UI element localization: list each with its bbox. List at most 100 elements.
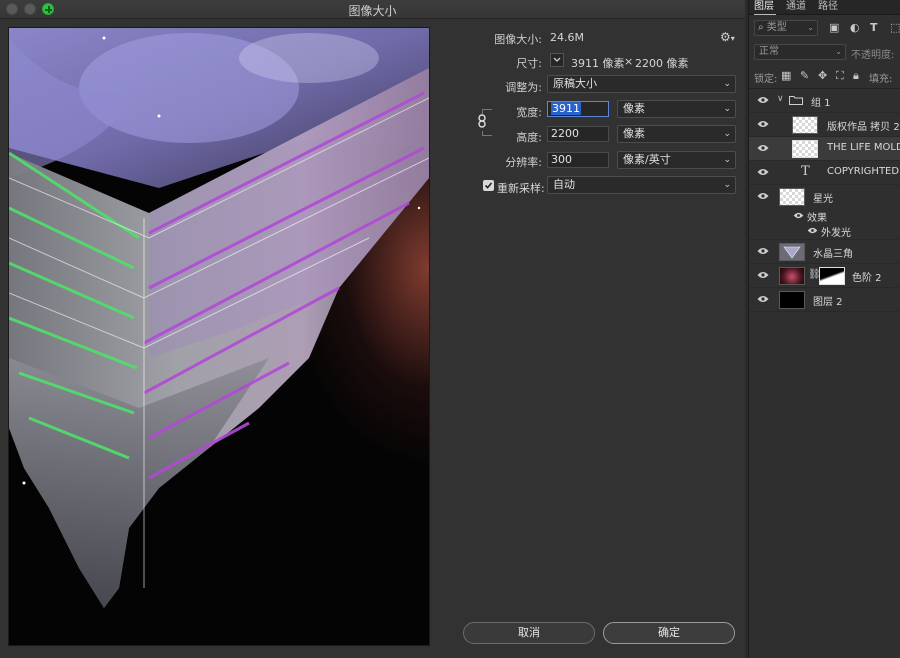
layer-thumbnail <box>792 140 818 158</box>
panel-tabs: 图层 通道 路径 <box>749 0 900 15</box>
image-preview[interactable] <box>8 27 430 646</box>
visibility-eye-icon[interactable] <box>757 96 769 104</box>
chevron-down-icon: ⌄ <box>835 47 842 56</box>
chevron-down-icon <box>553 57 561 62</box>
lock-image-icon[interactable]: ✎ <box>800 69 809 82</box>
chevron-down-icon: ⌄ <box>723 180 731 190</box>
image-filter-icon[interactable]: ▣ <box>829 21 839 34</box>
lock-all-icon[interactable]: 🔒︎ <box>853 69 859 83</box>
layer-name: THE LIFE MOLD I <box>827 142 900 153</box>
layer-name: COPYRIGHTED W <box>827 166 900 177</box>
checkmark-icon <box>484 182 493 189</box>
visibility-eye-icon[interactable] <box>757 168 769 176</box>
lock-label: 锁定: <box>754 74 778 85</box>
layer-name: 组 1 <box>811 98 831 109</box>
fit-to-value: 原稿大小 <box>553 77 597 90</box>
layer-filter-select[interactable]: ⌕ 类型 ⌄ <box>754 20 818 36</box>
layer-thumbnail <box>779 243 805 261</box>
visibility-eye-icon[interactable] <box>757 120 769 128</box>
title-bar: 图像大小 <box>0 0 745 19</box>
filter-type-label: 类型 <box>766 22 787 33</box>
chevron-down-icon: ⌄ <box>723 155 731 165</box>
layer-row[interactable]: T COPYRIGHTED W <box>749 161 900 185</box>
layer-row[interactable]: ⛓︎ 色阶 2 <box>749 264 900 288</box>
adjustment-filter-icon[interactable]: ◐ <box>850 21 860 34</box>
layer-row[interactable]: 版权作品 拷贝 2 <box>749 113 900 137</box>
layer-name: 色阶 2 <box>852 273 882 284</box>
width-unit-value: 像素 <box>623 102 645 115</box>
visibility-eye-icon[interactable] <box>757 247 769 255</box>
layers-panel: 图层 通道 路径 ⌕ 类型 ⌄ ▣ ◐ T ⬚ 正常 ⌄ 不透明度: 锁定: ▦… <box>748 0 900 658</box>
layer-row[interactable]: ∨ 组 1 <box>749 89 900 113</box>
visibility-eye-icon[interactable] <box>757 192 769 200</box>
layer-row[interactable]: 星光 <box>749 185 900 209</box>
layer-thumbnail <box>779 267 805 285</box>
text-filter-icon[interactable]: T <box>870 21 878 34</box>
dialog-title: 图像大小 <box>348 4 397 18</box>
dimensions-height: 2200 像素 <box>635 57 689 70</box>
blend-mode-select[interactable]: 正常 ⌄ <box>754 44 846 60</box>
effects-label: 效果 <box>807 213 827 224</box>
layer-thumbnail <box>779 188 805 206</box>
lock-transparent-icon[interactable]: ▦ <box>781 69 791 82</box>
image-size-dialog: 图像大小 图像大小: 24.6M ⚙▾ 尺寸: 3911 像素 × 2200 像… <box>0 0 745 658</box>
visibility-eye-icon[interactable] <box>757 271 769 279</box>
shape-filter-icon[interactable]: ⬚ <box>890 21 900 34</box>
dimensions-dropdown-toggle[interactable] <box>550 53 564 67</box>
width-unit-select[interactable]: 像素 ⌄ <box>617 100 736 118</box>
crystal-artwork <box>9 28 429 608</box>
tab-paths[interactable]: 路径 <box>818 0 838 14</box>
height-input[interactable]: 2200 <box>547 126 609 142</box>
height-label: 高度: <box>516 131 542 144</box>
tab-layers[interactable]: 图层 <box>754 0 776 15</box>
layer-name: 版权作品 拷贝 2 <box>827 122 900 133</box>
dimensions-label: 尺寸: <box>516 57 542 70</box>
chevron-down-icon[interactable]: ∨ <box>777 94 784 104</box>
opacity-label: 不透明度: <box>851 50 895 61</box>
search-icon: ⌕ <box>758 22 764 33</box>
effect-row[interactable]: 外发光 <box>749 223 900 240</box>
gear-icon[interactable]: ⚙▾ <box>720 30 735 44</box>
visibility-eye-icon[interactable] <box>807 227 818 234</box>
layer-name: 星光 <box>813 194 833 205</box>
layer-row[interactable]: 图层 2 <box>749 288 900 312</box>
visibility-eye-icon[interactable] <box>757 144 769 152</box>
height-unit-select[interactable]: 像素 ⌄ <box>617 125 736 143</box>
image-size-value: 24.6M <box>550 31 584 44</box>
resample-checkbox[interactable] <box>483 180 494 191</box>
lock-position-icon[interactable]: ✥ <box>818 69 827 82</box>
layer-thumbnail <box>779 291 805 309</box>
effects-row[interactable]: 效果 <box>749 208 900 224</box>
chevron-down-icon: ⌄ <box>807 23 814 32</box>
image-size-label: 图像大小: <box>494 33 542 46</box>
resolution-unit-value: 像素/英寸 <box>623 153 671 166</box>
tab-channels[interactable]: 通道 <box>786 0 806 14</box>
resample-label: 重新采样: <box>497 182 545 195</box>
fit-to-select[interactable]: 原稿大小 ⌄ <box>547 75 736 93</box>
resolution-label: 分辨率: <box>505 156 542 169</box>
layer-name: 图层 2 <box>813 297 843 308</box>
resolution-input[interactable]: 300 <box>547 152 609 168</box>
width-label: 宽度: <box>516 106 542 119</box>
resample-value: 自动 <box>553 178 575 191</box>
cancel-button[interactable]: 取消 <box>463 622 595 644</box>
blend-mode-value: 正常 <box>759 46 779 57</box>
dimensions-separator: × <box>624 55 634 68</box>
ok-button[interactable]: 确定 <box>603 622 735 644</box>
visibility-eye-icon[interactable] <box>793 212 804 219</box>
width-value: 3911 <box>551 102 581 115</box>
lock-artboard-icon[interactable]: ⛶ <box>836 69 844 83</box>
mask-thumbnail <box>819 267 845 285</box>
dimensions-width: 3911 像素 <box>571 57 625 70</box>
effect-name: 外发光 <box>821 228 851 239</box>
width-input[interactable]: 3911 <box>547 101 609 117</box>
fill-label: 填充: <box>869 74 893 85</box>
resolution-unit-select[interactable]: 像素/英寸 ⌄ <box>617 151 736 169</box>
height-unit-value: 像素 <box>623 127 645 140</box>
resample-select[interactable]: 自动 ⌄ <box>547 176 736 194</box>
layer-row[interactable]: 水晶三角 <box>749 240 900 264</box>
layer-row[interactable]: THE LIFE MOLD I <box>749 137 900 161</box>
chevron-down-icon: ⌄ <box>723 79 731 89</box>
fit-to-label: 调整为: <box>505 81 542 94</box>
visibility-eye-icon[interactable] <box>757 295 769 303</box>
